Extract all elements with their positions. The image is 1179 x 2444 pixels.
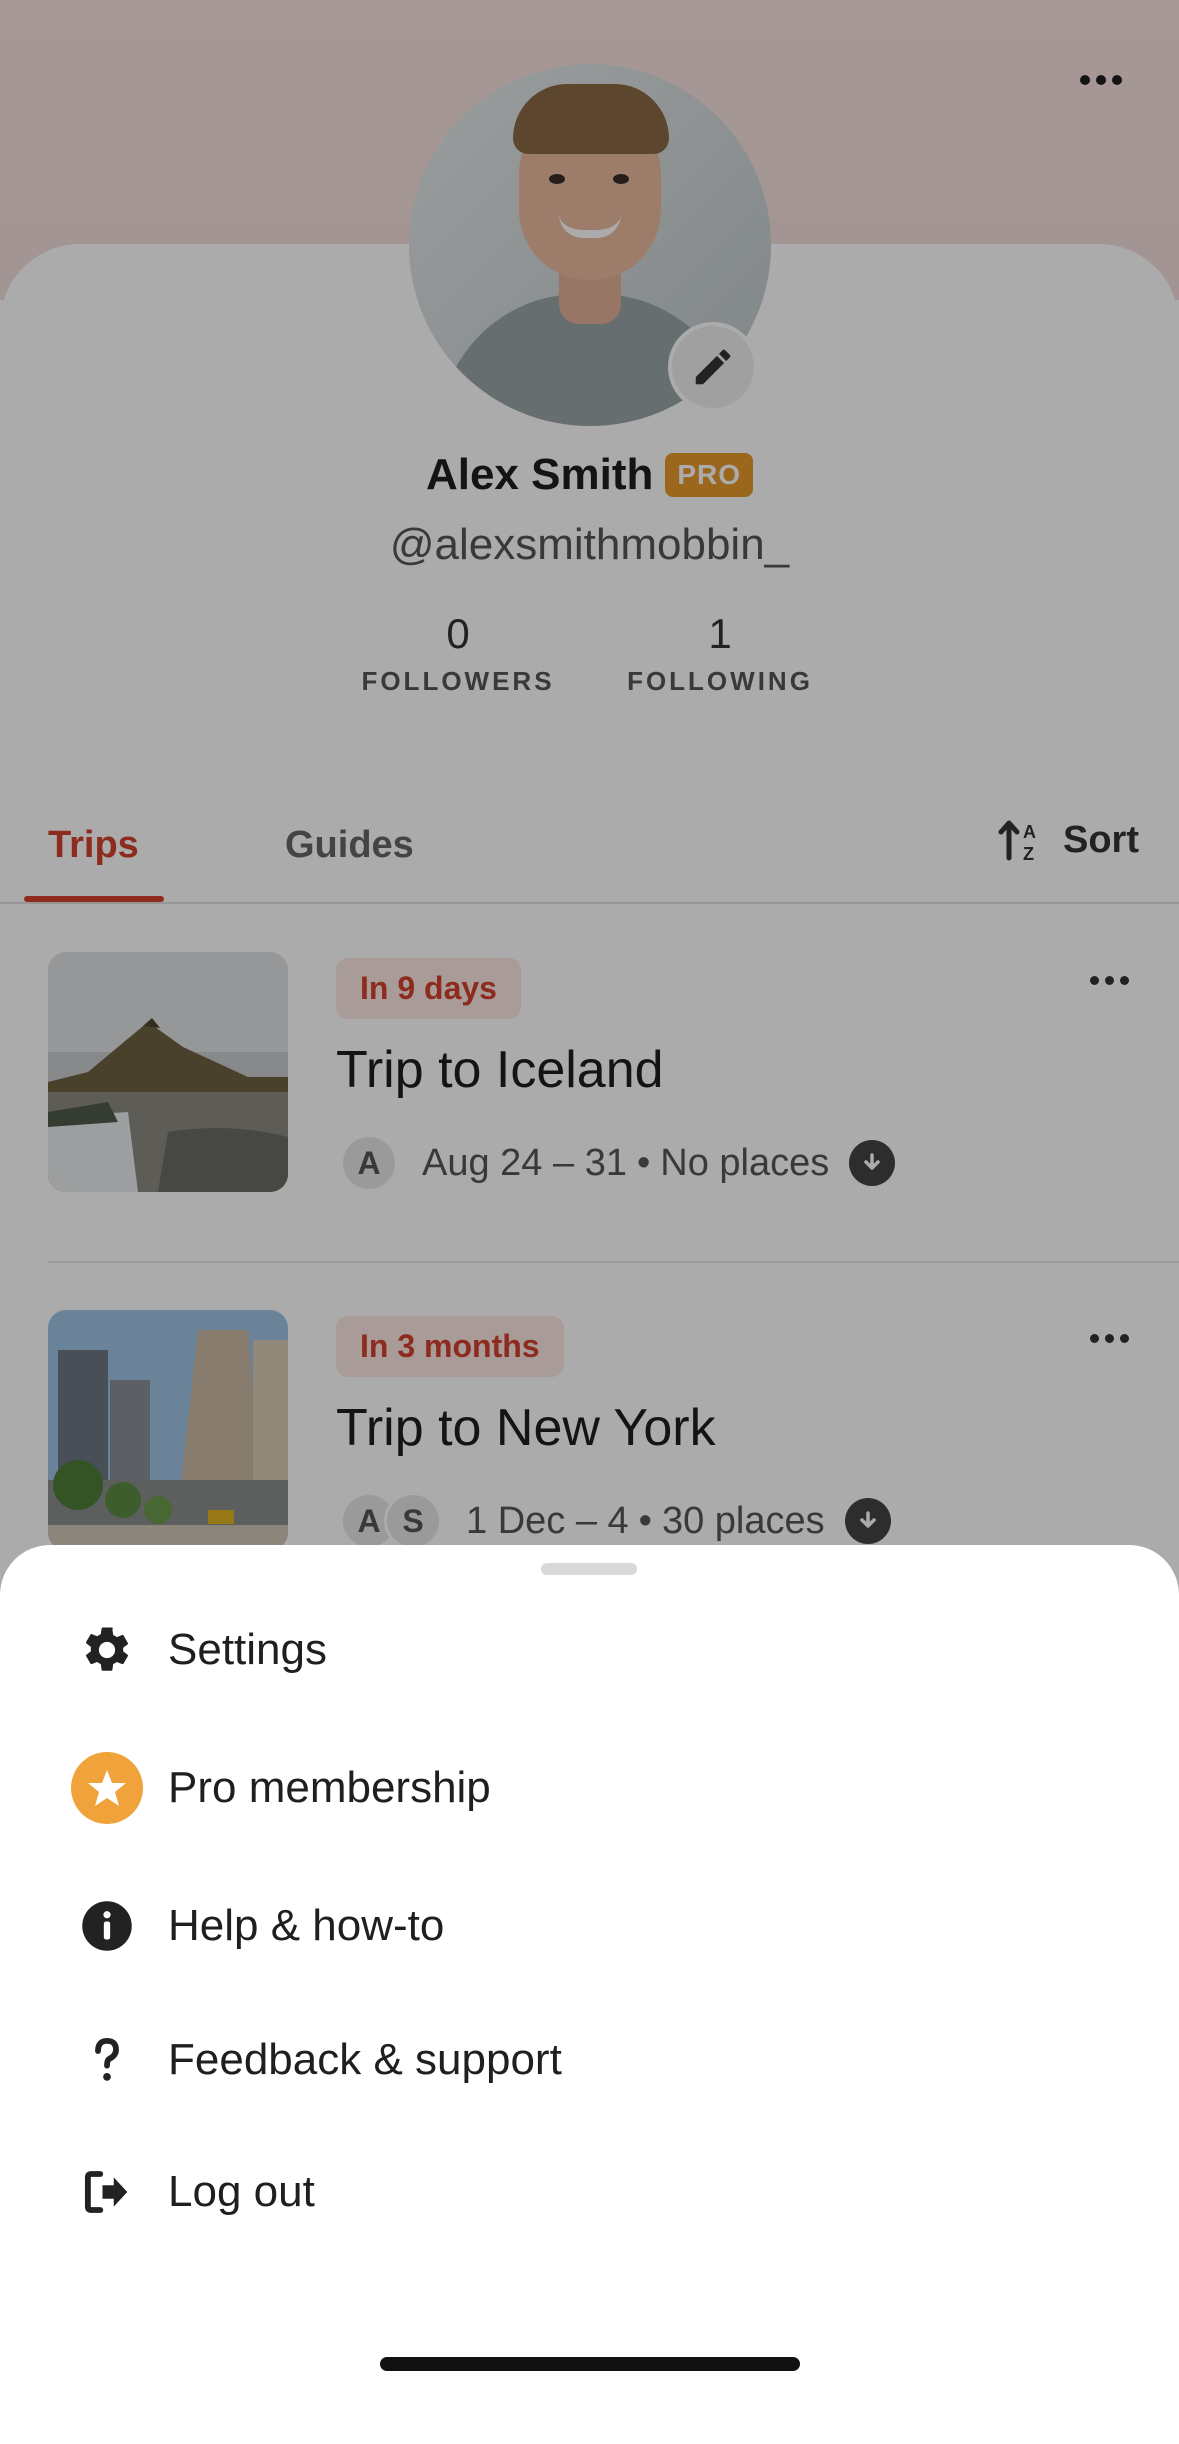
star-icon [70,1751,144,1825]
menu-label-help: Help & how-to [168,1901,445,1950]
menu-label-feedback: Feedback & support [168,2035,562,2084]
bottom-sheet-menu: Settings Pro membership Help & how-to Fe… [0,1545,1179,2396]
menu-label-pro-membership: Pro membership [168,1763,491,1812]
menu-item-feedback[interactable]: Feedback & support [0,2005,1179,2115]
menu-label-logout: Log out [168,2167,315,2216]
logout-icon [70,2155,144,2229]
gear-icon [70,1613,144,1687]
menu-item-settings[interactable]: Settings [0,1595,1179,1705]
menu-label-settings: Settings [168,1625,327,1674]
info-icon [70,1889,144,1963]
home-indicator[interactable] [380,2357,800,2371]
menu-item-help[interactable]: Help & how-to [0,1871,1179,1981]
menu-item-logout[interactable]: Log out [0,2137,1179,2247]
menu-item-pro-membership[interactable]: Pro membership [0,1733,1179,1843]
question-icon [70,2023,144,2097]
sheet-grabber[interactable] [541,1563,637,1575]
